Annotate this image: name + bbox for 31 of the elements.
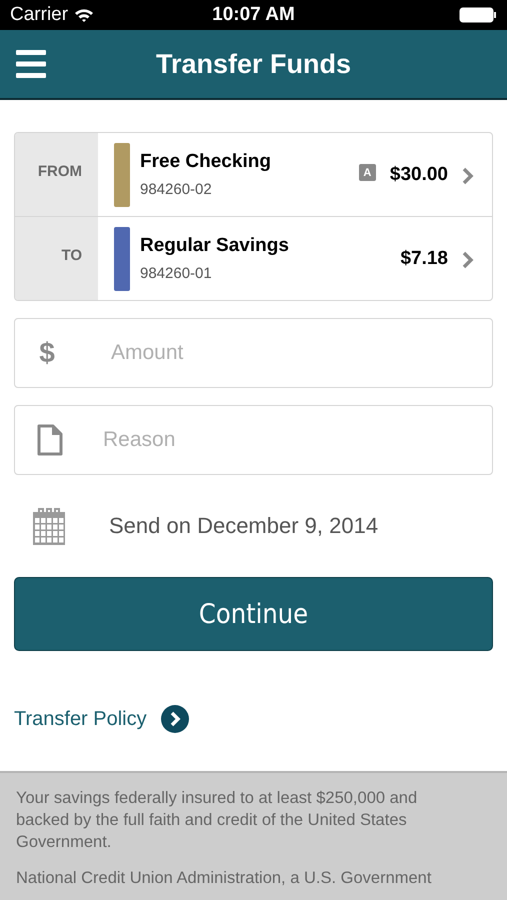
battery-icon [459,7,497,23]
account-label: TO [15,217,98,300]
account-label: FROM [15,133,98,216]
account-balance: $30.00 [390,164,448,186]
account-name: Free Checking [140,151,272,173]
amount-input[interactable]: Amount [79,341,492,365]
continue-button[interactable]: Continue [14,577,493,651]
dollar-icon: $ [15,337,79,369]
clock: 10:07 AM [212,4,295,26]
disclaimer-text: Your savings federally insured to at least $250,000 and backed by the full faith and credit of the United States Government. [16,788,418,853]
reason-input[interactable]: Reason [89,428,492,452]
transfer-policy-link[interactable]: Transfer Policy [14,708,147,730]
chevron-icon [462,250,474,268]
screen-title: Transfer Funds [156,48,352,80]
chevron-icon [462,166,474,184]
document-icon [37,424,63,456]
calendar-icon[interactable] [33,507,65,545]
reason-field[interactable]: Reason [14,405,493,475]
disclaimer-text: National Credit Union Administration, a U.S. Government [16,868,432,889]
carrier-label: Carrier [10,4,68,26]
send-date[interactable]: Send on December 9, 2014 [109,513,378,539]
account-row[interactable]: FROM Free Checking 984260-02 A $30.00 [15,133,492,216]
account-number: 984260-01 [140,265,213,282]
account-badge: A [358,164,376,181]
account-balance: $7.18 [400,248,448,270]
account-name: Regular Savings [140,235,290,257]
account-row[interactable]: TO Regular Savings 984260-01 $7.18 [15,216,492,300]
account-number: 984260-02 [140,181,213,198]
wifi-icon [74,8,94,22]
chevron-circle-icon[interactable] [160,705,189,733]
menu-icon[interactable] [16,50,46,78]
